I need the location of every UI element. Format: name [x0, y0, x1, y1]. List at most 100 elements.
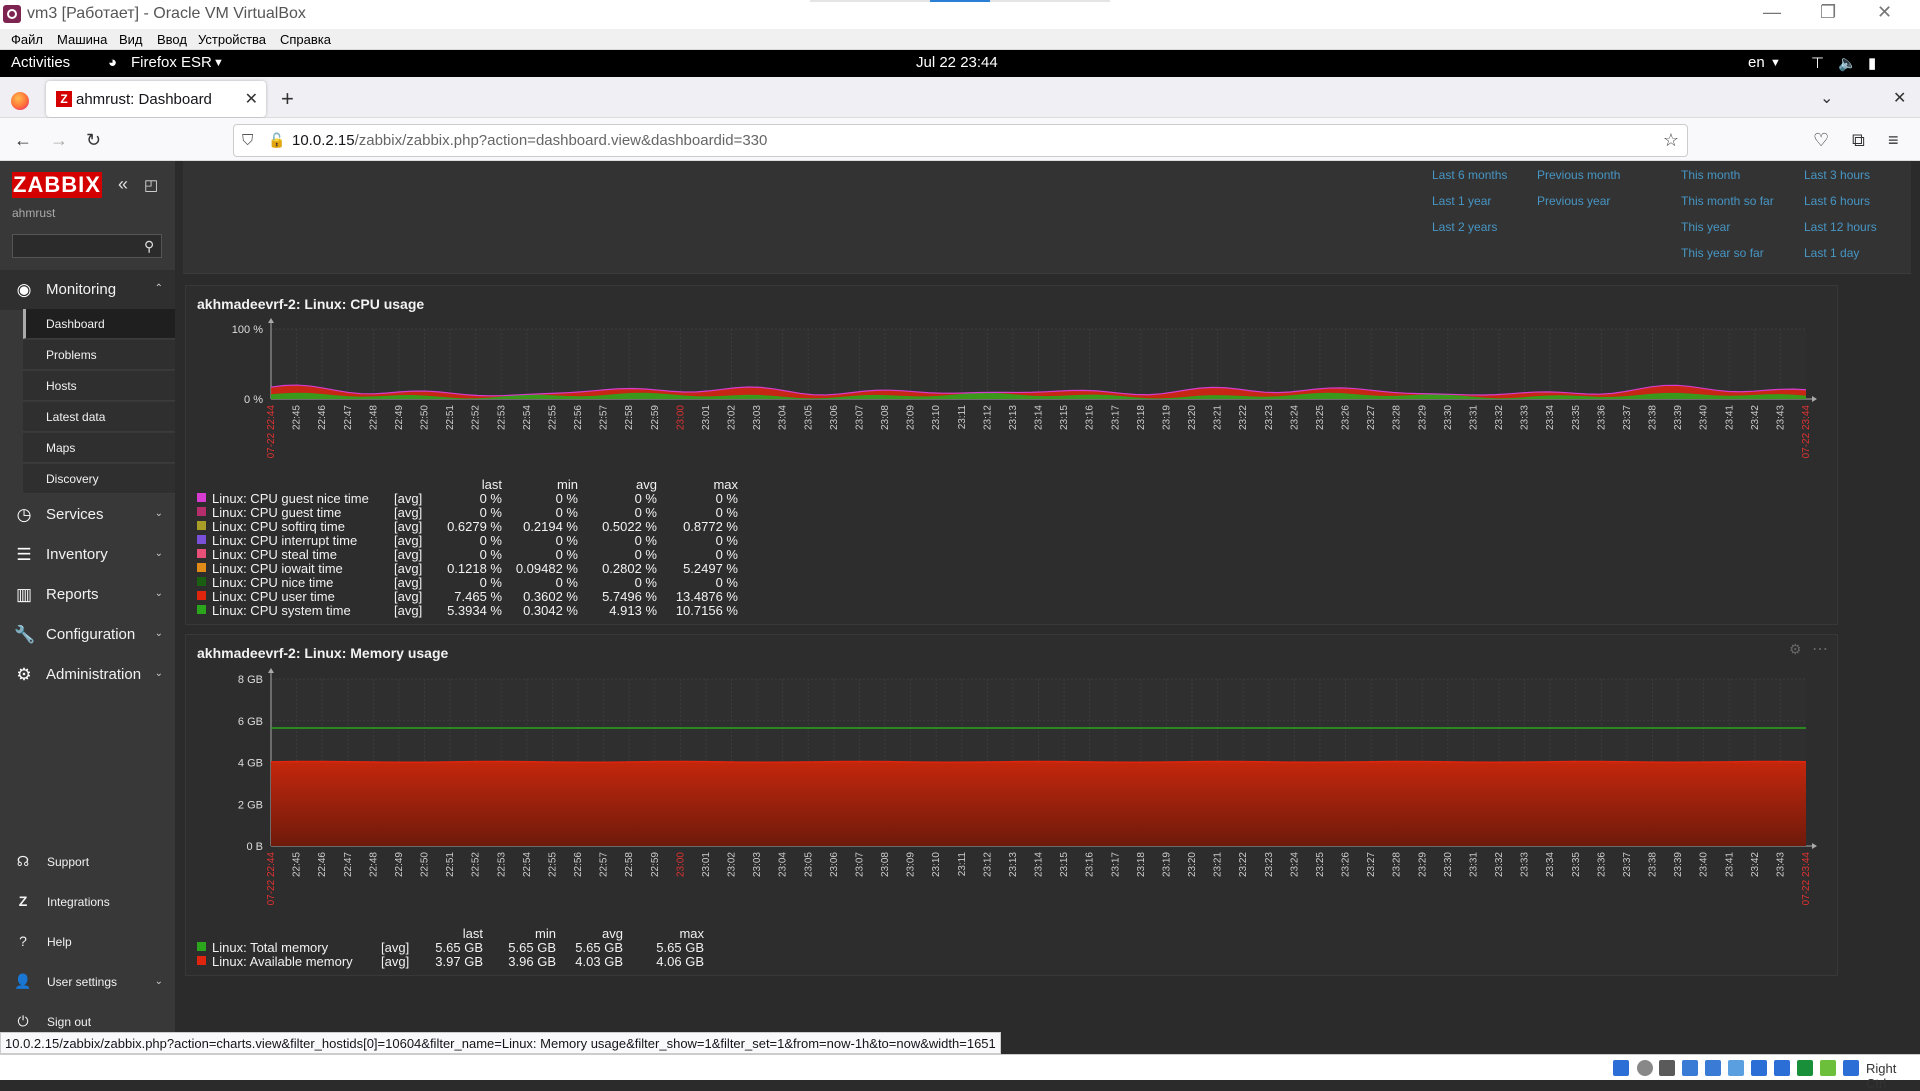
preset-this-year[interactable]: This year	[1681, 220, 1730, 234]
bookmark-star-icon[interactable]: ☆	[1663, 130, 1679, 151]
x-tick-label: 23:34	[1545, 852, 1556, 877]
pocket-icon[interactable]: ♡	[1813, 130, 1829, 151]
sidebar-sub-discovery[interactable]: Discovery	[23, 464, 175, 494]
extensions-icon[interactable]: ⧉	[1852, 130, 1865, 151]
close-window-icon[interactable]: ✕	[1877, 2, 1892, 23]
sidebar-sub-latest-data[interactable]: Latest data	[23, 402, 175, 432]
tab-dashboard[interactable]: Z ahmrust: Dashboard ✕	[46, 81, 266, 117]
firefox-logo-icon	[11, 92, 29, 110]
network-adapter-icon[interactable]	[1682, 1060, 1698, 1076]
optical-drive-icon[interactable]	[1637, 1060, 1653, 1076]
network-icon[interactable]: ⊤	[1811, 54, 1824, 72]
sidebar-help[interactable]: ? Help	[0, 923, 175, 961]
preset-previous-year[interactable]: Previous year	[1537, 194, 1610, 208]
sidebar-item-monitoring[interactable]: ◉ Monitoring ⌃	[0, 270, 175, 310]
preset-this-month[interactable]: This month	[1681, 168, 1740, 182]
hamburger-menu-icon[interactable]: ≡	[1888, 130, 1899, 151]
x-tick-label: 22:55	[547, 852, 558, 877]
x-tick-label: 23:00	[675, 852, 686, 877]
sidebar-item-configuration[interactable]: 🔧 Configuration ⌄	[0, 615, 175, 655]
activities-button[interactable]: Activities	[11, 54, 70, 71]
hdd-icon[interactable]	[1613, 1060, 1629, 1076]
sidebar-sub-problems[interactable]: Problems	[23, 340, 175, 370]
sidebar-item-inventory[interactable]: ☰ Inventory ⌄	[0, 535, 175, 575]
power-icon: ⏻	[17, 1013, 29, 1029]
x-tick-label: 23:35	[1571, 405, 1582, 430]
virtualization-icon[interactable]	[1797, 1060, 1813, 1076]
x-tick-label: 22:57	[599, 852, 610, 877]
menu-input[interactable]: Ввод	[157, 32, 187, 47]
preset-previous-month[interactable]: Previous month	[1537, 168, 1620, 182]
zabbix-logo[interactable]: ZABBIX	[12, 172, 102, 198]
sidebar-item-services[interactable]: ◷ Services ⌄	[0, 495, 175, 535]
clock[interactable]: Jul 22 23:44	[916, 54, 998, 71]
link-status-url: 10.0.2.15/zabbix/zabbix.php?action=chart…	[0, 1032, 1001, 1054]
new-tab-icon[interactable]: +	[281, 86, 294, 112]
sidebar-sub-maps[interactable]: Maps	[23, 433, 175, 463]
keyboard-capture-icon[interactable]	[1843, 1060, 1859, 1076]
sidebar-sub-hosts[interactable]: Hosts	[23, 371, 175, 401]
language-indicator[interactable]: en	[1748, 54, 1765, 71]
lock-icon[interactable]: 🔓	[268, 132, 285, 149]
preset-last-3-hours[interactable]: Last 3 hours	[1804, 168, 1870, 182]
menu-help[interactable]: Справка	[280, 32, 331, 47]
usb-icon[interactable]	[1705, 1060, 1721, 1076]
sidebar-integrations[interactable]: Z Integrations	[0, 883, 175, 921]
display-icon[interactable]	[1751, 1060, 1767, 1076]
menu-file[interactable]: Файл	[11, 32, 43, 47]
x-tick-label: 22:57	[599, 405, 610, 430]
y-tick-label: 0 %	[244, 394, 263, 406]
sidebar-search-input[interactable]	[12, 234, 162, 258]
search-icon[interactable]: ⚲	[144, 238, 154, 255]
close-tab-icon[interactable]: ✕	[245, 89, 258, 109]
preset-last-1-day[interactable]: Last 1 day	[1804, 246, 1859, 260]
url-text[interactable]: 10.0.2.15/zabbix/zabbix.php?action=dashb…	[292, 132, 767, 149]
sidebar-item-administration[interactable]: ⚙ Administration ⌄	[0, 655, 175, 695]
restore-icon[interactable]: ❐	[1820, 2, 1836, 23]
mouse-integration-icon[interactable]	[1820, 1060, 1836, 1076]
widget-settings-icon[interactable]: ⚙	[1789, 641, 1802, 658]
list-all-tabs-icon[interactable]: ⌄	[1820, 88, 1833, 108]
preset-last-6-hours[interactable]: Last 6 hours	[1804, 194, 1870, 208]
app-menu-arrow-icon[interactable]: ▼	[213, 57, 224, 69]
hide-sidebar-icon[interactable]: ◰	[144, 176, 158, 194]
close-browser-icon[interactable]: ✕	[1893, 88, 1906, 108]
sidebar-sub-dashboard[interactable]: Dashboard	[23, 309, 175, 339]
legend-function: [avg]	[394, 519, 423, 534]
preset-last-12-hours[interactable]: Last 12 hours	[1804, 220, 1877, 234]
menu-devices[interactable]: Устройства	[198, 32, 266, 47]
x-tick-label: 23:16	[1085, 852, 1096, 877]
shared-folders-icon[interactable]	[1728, 1060, 1744, 1076]
battery-icon[interactable]: ▮	[1868, 54, 1876, 72]
sidebar-support[interactable]: ☊ Support	[0, 843, 175, 881]
preset-this-month-so-far[interactable]: This month so far	[1681, 194, 1774, 208]
x-tick-label: 22:46	[317, 852, 328, 877]
menu-view[interactable]: Вид	[119, 32, 143, 47]
bar-chart-icon: ▥	[15, 585, 33, 604]
x-tick-label: 22:59	[650, 405, 661, 430]
address-bar[interactable]: ⛉ 🔓 10.0.2.15/zabbix/zabbix.php?action=d…	[233, 124, 1688, 157]
language-arrow-icon[interactable]: ▼	[1770, 57, 1781, 69]
preset-last-2-years[interactable]: Last 2 years	[1432, 220, 1497, 234]
tracking-shield-icon[interactable]: ⛉	[242, 132, 253, 149]
preset-last-6-months[interactable]: Last 6 months	[1432, 168, 1507, 182]
list-icon: ☰	[16, 545, 32, 564]
volume-icon[interactable]: 🔈	[1838, 54, 1857, 72]
menu-machine[interactable]: Машина	[57, 32, 107, 47]
back-icon[interactable]: ←	[14, 130, 32, 151]
preset-this-year-so-far[interactable]: This year so far	[1681, 246, 1764, 260]
legend-function: [avg]	[394, 589, 423, 604]
collapse-sidebar-icon[interactable]: «	[118, 174, 128, 195]
x-tick-label: 23:09	[906, 405, 917, 430]
preset-last-1-year[interactable]: Last 1 year	[1432, 194, 1491, 208]
widget-more-icon[interactable]: ⋯	[1812, 639, 1828, 659]
app-menu[interactable]: Firefox ESR	[131, 54, 212, 71]
sidebar-item-reports[interactable]: ▥ Reports ⌄	[0, 575, 175, 615]
x-tick-label: 23:32	[1494, 852, 1505, 877]
minimize-icon[interactable]: —	[1763, 2, 1781, 23]
sidebar-user-settings[interactable]: 👤 User settings ⌄	[0, 963, 175, 1001]
recording-icon[interactable]	[1774, 1060, 1790, 1076]
forward-icon[interactable]: →	[50, 130, 68, 151]
audio-icon[interactable]	[1659, 1060, 1675, 1076]
reload-icon[interactable]: ↻	[86, 130, 101, 151]
